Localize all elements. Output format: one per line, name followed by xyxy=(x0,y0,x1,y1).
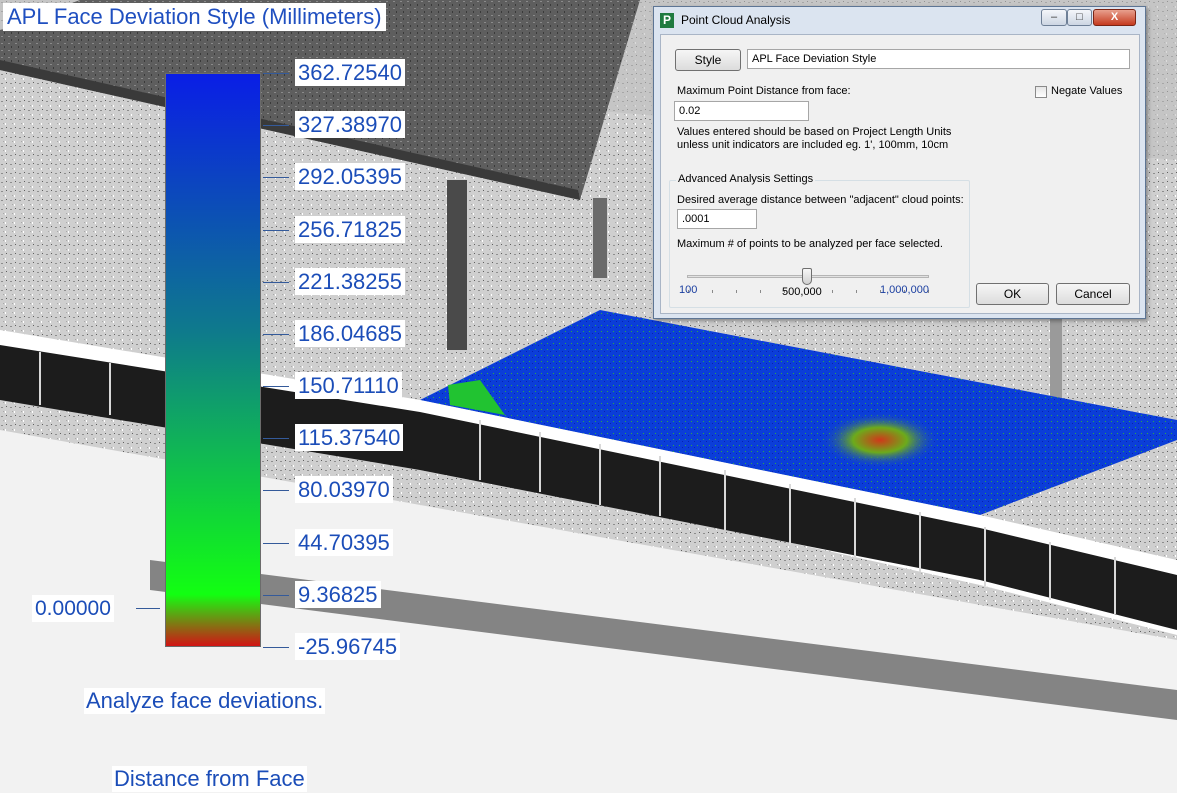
slider-tick-mark xyxy=(832,290,833,293)
slider-max-label: 1,000,000 xyxy=(880,284,929,296)
legend-tick-label: 327.38970 xyxy=(295,111,405,138)
cancel-button[interactable]: Cancel xyxy=(1056,283,1130,305)
legend-tick-label: 150.71110 xyxy=(295,372,402,399)
legend-tick-label: 362.72540 xyxy=(295,59,405,86)
adjacent-distance-label: Desired average distance between "adjace… xyxy=(677,194,964,206)
legend-tick xyxy=(263,73,289,74)
dialog-titlebar[interactable]: P Point Cloud Analysis – □ X xyxy=(654,7,1145,33)
close-button[interactable]: X xyxy=(1093,9,1136,26)
legend-tick-label: 186.04685 xyxy=(295,320,405,347)
dialog-body: Style APL Face Deviation Style Maximum P… xyxy=(660,34,1140,314)
legend-tick xyxy=(263,334,289,335)
point-cloud-analysis-dialog: P Point Cloud Analysis – □ X Style APL F… xyxy=(653,6,1146,319)
max-points-slider-thumb[interactable] xyxy=(802,268,812,285)
legend-footer: Distance from Face xyxy=(112,766,307,792)
legend-caption: Analyze face deviations. xyxy=(84,688,326,714)
legend-tick xyxy=(263,438,289,439)
legend-tick xyxy=(263,386,289,387)
adjacent-distance-input[interactable]: .0001 xyxy=(677,209,757,229)
negate-values-label: Negate Values xyxy=(1051,85,1123,97)
max-distance-input[interactable]: 0.02 xyxy=(674,101,809,121)
maximize-button[interactable]: □ xyxy=(1067,9,1092,26)
legend-tick xyxy=(263,490,289,491)
negate-values-checkbox[interactable] xyxy=(1035,86,1047,98)
slider-value-label: 500,000 xyxy=(782,286,822,298)
legend-tick xyxy=(263,177,289,178)
color-scale-bar xyxy=(165,73,261,647)
zero-label: 0.00000 xyxy=(32,595,114,622)
max-points-label: Maximum # of points to be analyzed per f… xyxy=(677,238,943,250)
app-icon: P xyxy=(660,13,674,28)
legend-tick xyxy=(263,282,289,283)
units-note-line2: unless unit indicators are included eg. … xyxy=(677,139,949,151)
legend-tick-label: 292.05395 xyxy=(295,163,405,190)
legend-tick xyxy=(263,230,289,231)
zero-tick xyxy=(136,608,160,609)
slider-tick-mark xyxy=(856,290,857,293)
legend-tick-label: 9.36825 xyxy=(295,581,381,608)
style-button[interactable]: Style xyxy=(675,49,741,71)
slider-tick-mark xyxy=(712,290,713,293)
legend-tick-label: 221.38255 xyxy=(295,268,405,295)
units-note-line1: Values entered should be based on Projec… xyxy=(677,126,952,138)
legend-tick-label: -25.96745 xyxy=(295,633,401,660)
max-distance-label: Maximum Point Distance from face: xyxy=(677,85,851,97)
legend-tick xyxy=(263,647,289,648)
slider-tick-mark xyxy=(736,290,737,293)
advanced-settings-legend: Advanced Analysis Settings xyxy=(676,173,816,185)
slider-tick-mark xyxy=(760,290,761,293)
dialog-title: Point Cloud Analysis xyxy=(681,13,791,27)
legend-tick-label: 256.71825 xyxy=(295,216,405,243)
legend-tick xyxy=(263,595,289,596)
style-value-field[interactable]: APL Face Deviation Style xyxy=(747,49,1130,69)
legend-tick-label: 80.03970 xyxy=(295,476,393,503)
minimize-button[interactable]: – xyxy=(1041,9,1067,26)
legend-tick-label: 115.37540 xyxy=(295,424,404,451)
slider-min-label: 100 xyxy=(679,284,698,296)
legend-tick-label: 44.70395 xyxy=(295,529,393,556)
legend-title: APL Face Deviation Style (Millimeters) xyxy=(3,3,386,31)
legend-tick xyxy=(263,125,289,126)
ok-button[interactable]: OK xyxy=(976,283,1049,305)
legend-tick xyxy=(263,543,289,544)
